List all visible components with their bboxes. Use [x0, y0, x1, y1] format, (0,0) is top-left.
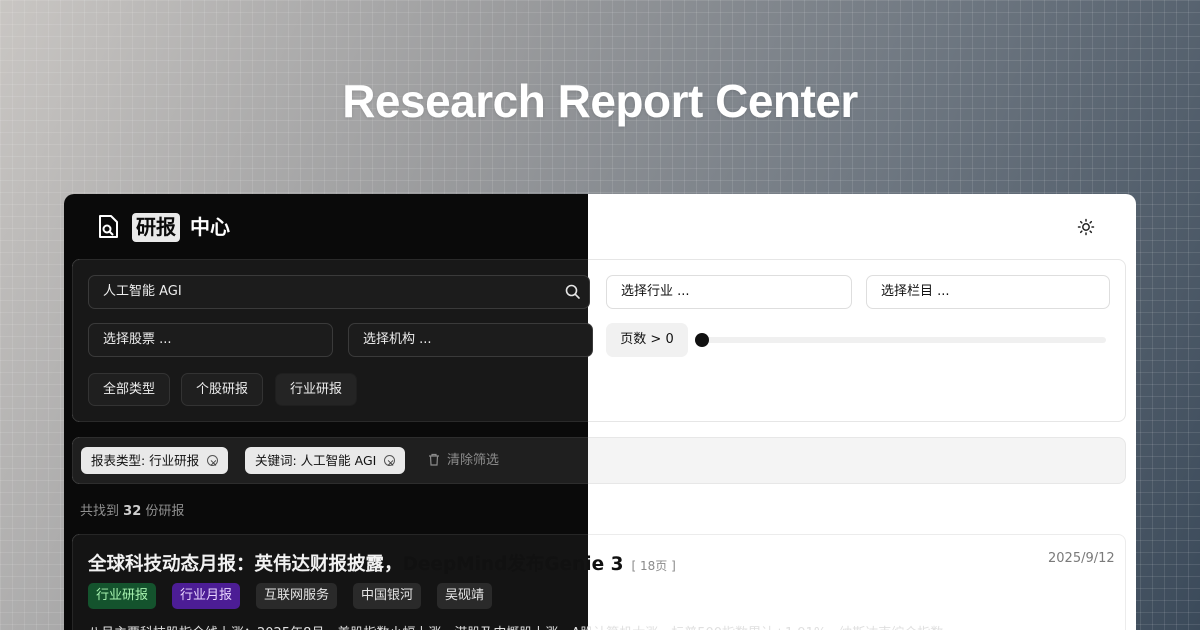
- app-window: 研报 中心 人工智能 AGI 选择行业 ... 选择栏目 ... 选择股票 ..…: [64, 194, 1136, 630]
- chip-label: 关键词: 人工智能 AGI: [255, 453, 377, 468]
- active-filter-chip[interactable]: 报表类型: 行业研报: [81, 447, 229, 477]
- pages-slider-track[interactable]: [700, 337, 1106, 343]
- report-tag[interactable]: 中国银河: [353, 583, 422, 609]
- result-suffix: 份研报: [145, 504, 185, 519]
- report-tag[interactable]: 行业研报: [88, 583, 157, 609]
- clear-filters-button[interactable]: 清除筛选: [428, 447, 499, 474]
- active-filter-chip[interactable]: 关键词: 人工智能 AGI: [245, 447, 406, 477]
- report-date: 2025/9/12: [1048, 551, 1115, 566]
- result-count: 共找到 32 份研报: [80, 500, 184, 519]
- search-input[interactable]: 人工智能 AGI: [88, 275, 590, 309]
- report-card-dark: [72, 534, 588, 630]
- report-summary: 八月主要科技股指全线上涨：2025年8月，美股指数小幅上涨，港股及中概股上涨，A…: [88, 622, 1108, 630]
- trash-icon: [429, 453, 439, 466]
- report-pages: [ 18页 ]: [631, 559, 676, 573]
- brand-tag: 研报: [132, 213, 180, 242]
- type-stock-button[interactable]: 个股研报: [181, 373, 264, 406]
- chip-label: 报表类型: 行业研报: [91, 453, 200, 468]
- report-title-part: 全球科技动态月报：英伟达财报披露，: [88, 554, 403, 575]
- type-industry-button[interactable]: 行业研报: [275, 373, 358, 406]
- pages-filter-label: 页数 > 0: [606, 323, 688, 357]
- type-all-button[interactable]: 全部类型: [88, 373, 171, 406]
- report-tag[interactable]: 互联网服务: [256, 583, 338, 609]
- stock-select[interactable]: 选择股票 ...: [88, 323, 333, 357]
- document-search-icon: [99, 215, 118, 238]
- report-tag[interactable]: 行业月报: [172, 583, 241, 609]
- close-circle-icon[interactable]: [207, 450, 219, 477]
- sun-icon[interactable]: [1076, 217, 1096, 237]
- result-number: 32: [123, 504, 142, 519]
- pages-slider-thumb[interactable]: [695, 333, 709, 347]
- column-select[interactable]: 选择栏目 ...: [866, 275, 1110, 309]
- result-prefix: 共找到: [80, 504, 120, 519]
- report-title-part: DeepMind发布Genie 3: [402, 554, 624, 575]
- search-icon[interactable]: [564, 283, 582, 301]
- institution-select[interactable]: 选择机构 ...: [348, 323, 593, 357]
- brand-title: 中心: [190, 215, 230, 239]
- report-tag[interactable]: 吴砚靖: [437, 583, 493, 609]
- clear-filters-label: 清除筛选: [447, 453, 500, 468]
- industry-select[interactable]: 选择行业 ...: [606, 275, 852, 309]
- report-title[interactable]: 全球科技动态月报：英伟达财报披露，DeepMind发布Genie 3 [ 18页 …: [88, 550, 676, 576]
- hero-title: Research Report Center: [342, 75, 858, 127]
- close-circle-icon[interactable]: [384, 450, 396, 477]
